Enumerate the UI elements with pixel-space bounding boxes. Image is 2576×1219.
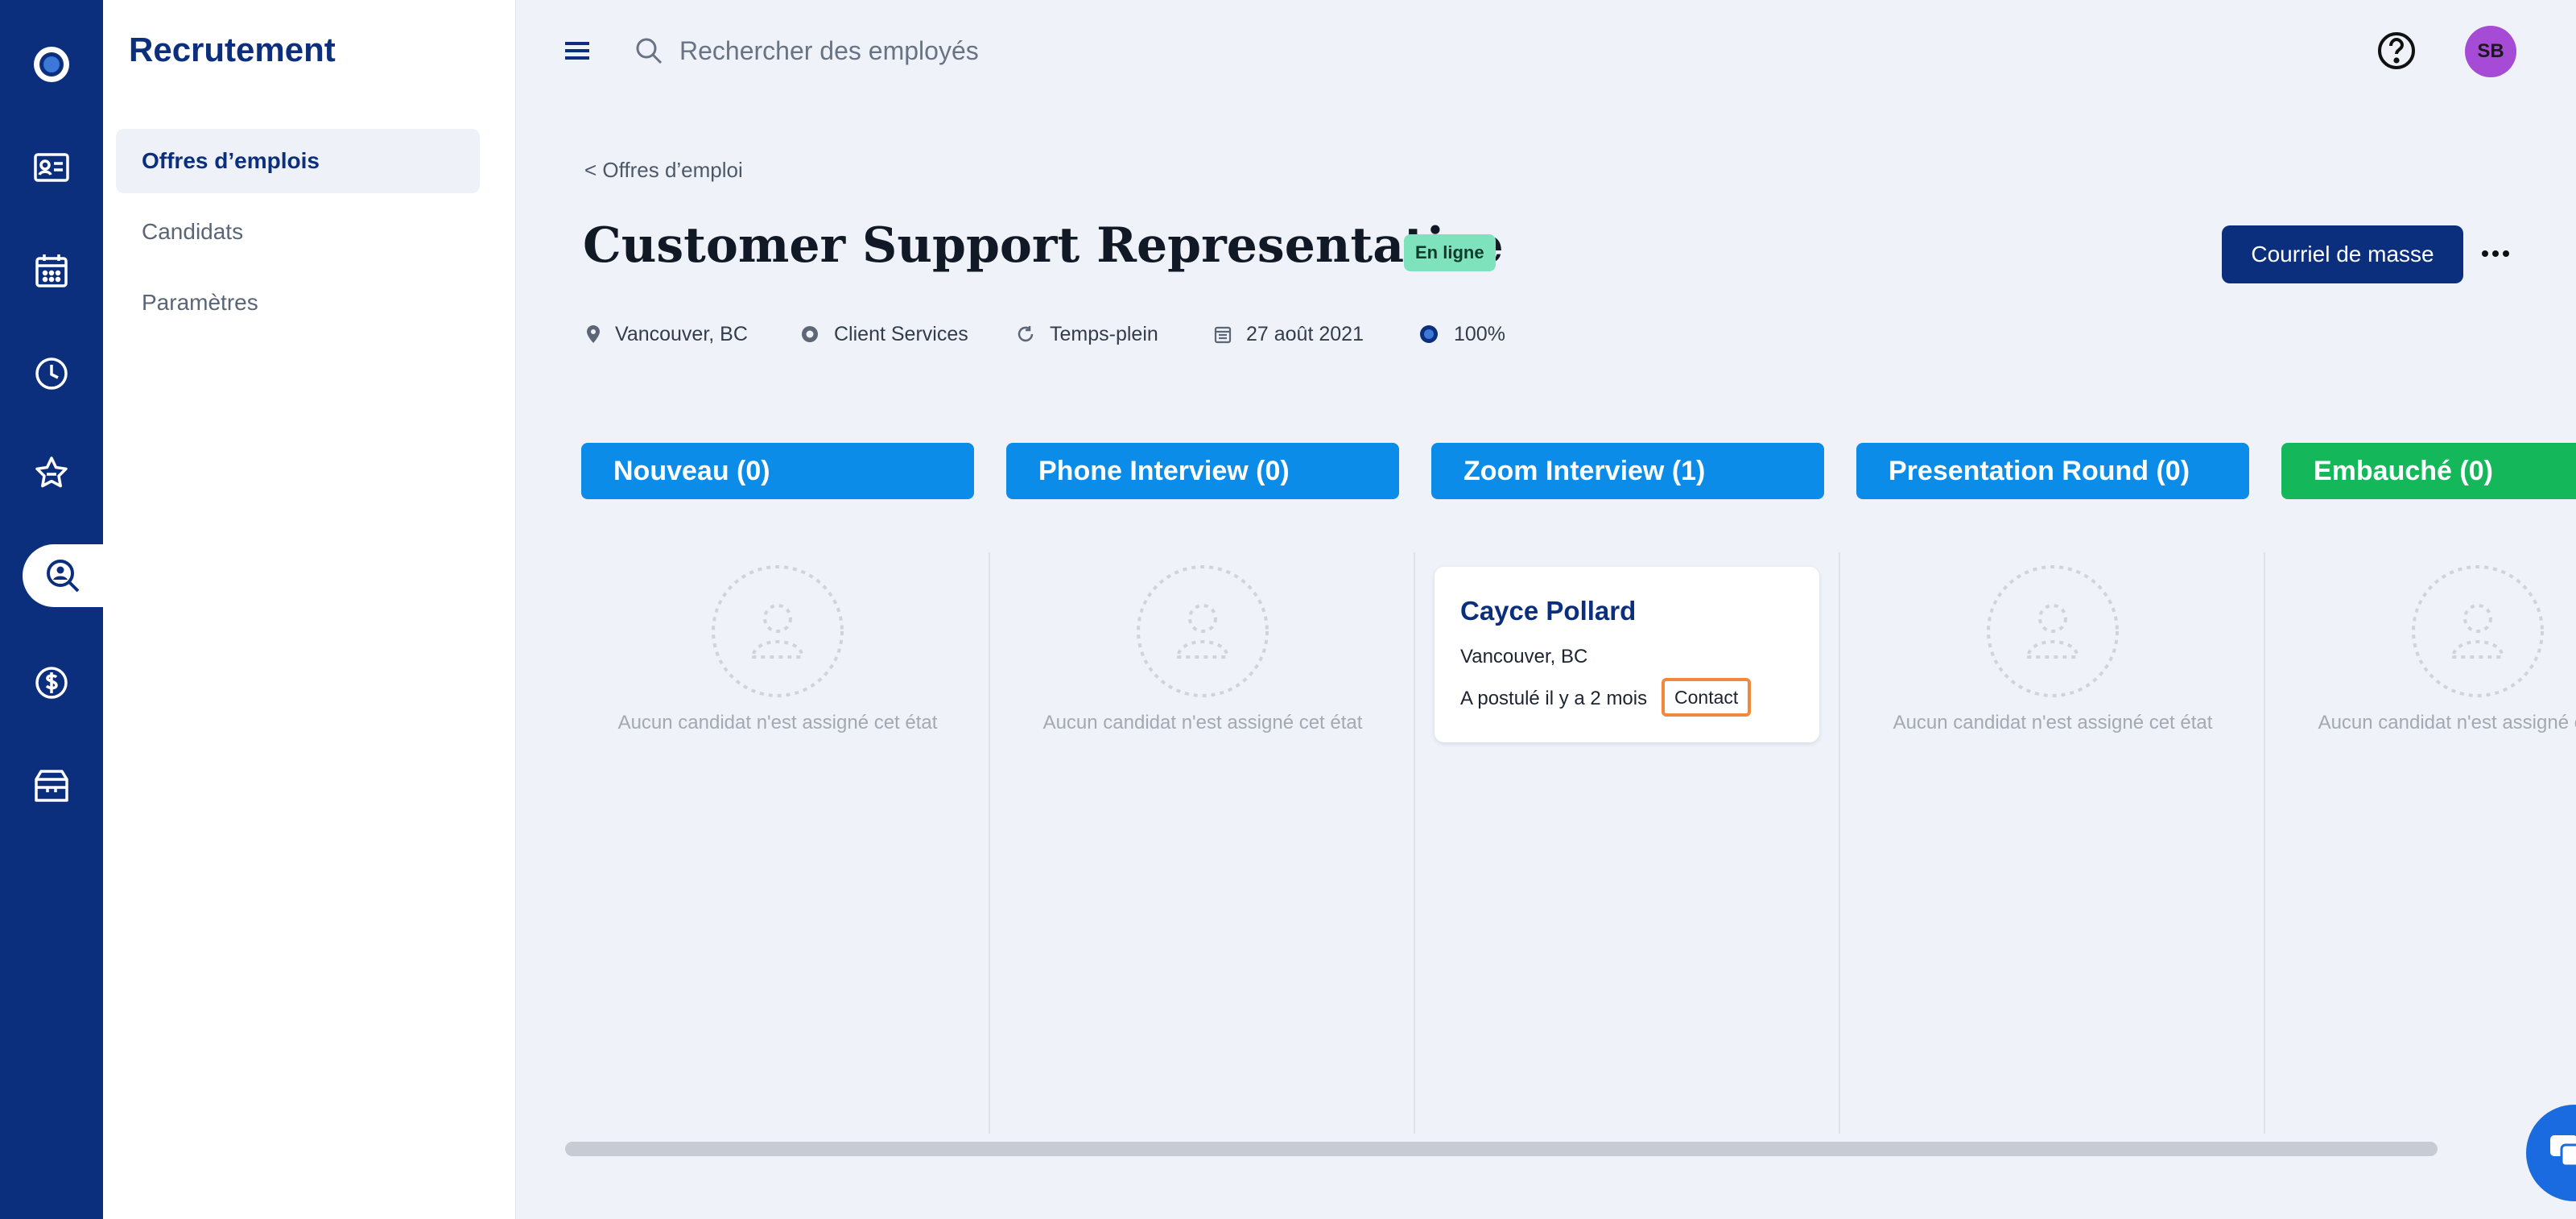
empty-column-placeholder: Aucun candidat n'est assigné cet état: [1856, 564, 2249, 734]
column-header-phone-interview[interactable]: Phone Interview (0): [1006, 443, 1399, 499]
column-divider: [989, 552, 990, 1134]
contact-card-icon[interactable]: [0, 119, 103, 216]
help-icon[interactable]: [2376, 31, 2417, 71]
candidate-applied-time: A postulé il y a 2 mois: [1460, 688, 1648, 709]
subnav-item-label: Candidats: [142, 219, 244, 244]
empty-column-text: Aucun candidat n'est assigné cet état: [1042, 712, 1363, 733]
breadcrumb-back-link[interactable]: < Offres d’emploi: [584, 158, 743, 183]
location-pin-icon: [587, 325, 600, 343]
bulk-email-button[interactable]: Courriel de masse: [2222, 225, 2463, 283]
clock-icon[interactable]: [0, 325, 103, 422]
chat-icon: [2550, 1135, 2576, 1167]
subnav-item-label: Offres d’emplois: [142, 148, 320, 173]
job-employment-type: Temps-plein: [1016, 320, 1158, 348]
column-divider: [2264, 552, 2265, 1134]
column-header-presentation-round[interactable]: Presentation Round (0): [1856, 443, 2249, 499]
candidate-name[interactable]: Cayce Pollard: [1460, 596, 1636, 626]
subnav-item-job-offers[interactable]: Offres d’emplois: [116, 129, 480, 193]
status-badge: En ligne: [1404, 234, 1496, 271]
job-location: Vancouver, BC: [586, 320, 748, 348]
recruiting-search-icon[interactable]: [23, 544, 103, 607]
subnav-item-candidates[interactable]: Candidats: [116, 200, 480, 264]
refresh-icon: [1018, 326, 1034, 342]
search-icon: [634, 36, 663, 65]
empty-person-icon: [1137, 565, 1269, 697]
empty-person-icon: [2412, 565, 2544, 697]
empty-person-icon: [1987, 565, 2119, 697]
job-completion: 100%: [1418, 320, 1505, 348]
subnav-item-settings[interactable]: Paramètres: [116, 271, 480, 335]
empty-column-placeholder: Aucun candidat n'est assigné cet état: [2281, 564, 2576, 734]
more-options-icon[interactable]: [2479, 233, 2512, 274]
page-title: Customer Support Representative: [583, 217, 1504, 274]
subnav-item-label: Paramètres: [142, 290, 258, 315]
subnav-title: Recrutement: [129, 31, 336, 68]
column-header-hired[interactable]: Embauché (0): [2281, 443, 2576, 499]
avatar[interactable]: SB: [2465, 26, 2516, 77]
search-input[interactable]: [678, 35, 1164, 67]
candidate-location: Vancouver, BC: [1460, 646, 1588, 667]
empty-column-placeholder: Aucun candidat n'est assigné cet état: [1006, 564, 1399, 734]
progress-ring-icon: [1420, 325, 1438, 343]
column-divider: [1414, 552, 1415, 1134]
box-icon[interactable]: [0, 738, 103, 834]
department-icon: [802, 326, 818, 342]
job-department: Client Services: [800, 320, 968, 348]
contact-button[interactable]: Contact: [1662, 678, 1752, 717]
recruiting-subnav: Recrutement Offres d’emplois Candidats P…: [103, 0, 516, 1219]
column-header-zoom-interview[interactable]: Zoom Interview (1): [1431, 443, 1824, 499]
calendar-icon[interactable]: [0, 222, 103, 319]
logo-icon[interactable]: [0, 16, 103, 113]
menu-icon[interactable]: [564, 39, 591, 63]
empty-person-icon: [712, 565, 844, 697]
app-sidebar: [0, 0, 103, 1219]
calendar-small-icon: [1214, 326, 1232, 344]
empty-column-text: Aucun candidat n'est assigné cet état: [1893, 712, 2213, 733]
empty-column-placeholder: Aucun candidat n'est assigné cet état: [581, 564, 974, 734]
dollar-icon[interactable]: [0, 634, 103, 731]
star-badge-icon[interactable]: [0, 425, 103, 522]
chat-launcher-button[interactable]: [2526, 1105, 2576, 1201]
empty-column-text: Aucun candidat n'est assigné cet état: [2318, 712, 2576, 733]
column-header-new[interactable]: Nouveau (0): [581, 443, 974, 499]
column-divider: [1839, 552, 1840, 1134]
employee-search[interactable]: [634, 31, 1198, 71]
job-date: 27 août 2021: [1214, 320, 1364, 348]
horizontal-scrollbar[interactable]: [565, 1142, 2438, 1156]
candidate-card[interactable]: Cayce Pollard Vancouver, BC A postulé il…: [1435, 567, 1819, 742]
pipeline-board: Nouveau (0) Phone Interview (0) Zoom Int…: [580, 443, 2576, 1151]
empty-column-text: Aucun candidat n'est assigné cet état: [617, 712, 938, 733]
